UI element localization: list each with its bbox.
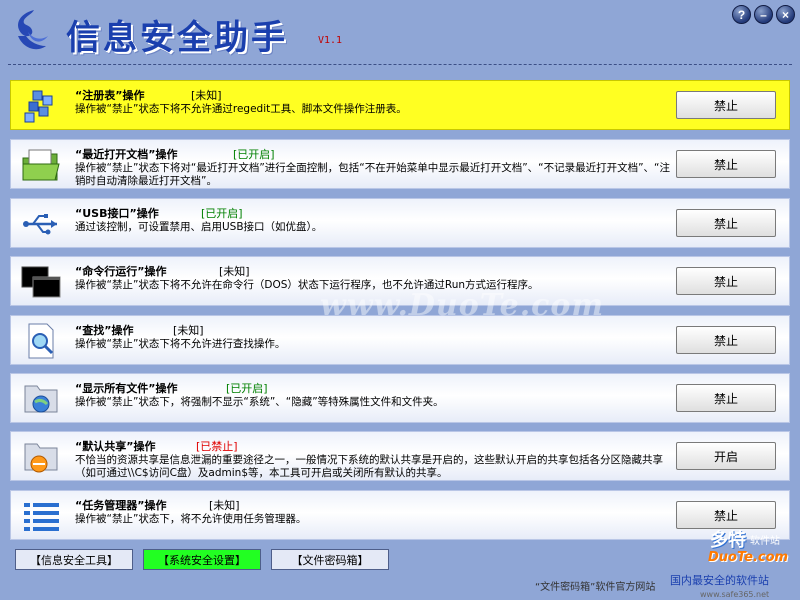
row-search: “查找”操作 [未知] 操作被“禁止”状态下将不允许进行查找操作。 禁止 [10, 315, 790, 365]
close-button[interactable]: × [776, 5, 795, 24]
footer-link[interactable]: “文件密码箱”软件官方网站 [535, 578, 655, 593]
row-title: “查找”操作 [75, 324, 134, 337]
row-description: 不恰当的资源共享是信息泄漏的重要途径之一，一般情况下系统的默认共享是开启的，这些… [75, 454, 663, 479]
row-recent-docs: “最近打开文档”操作 [已开启] 操作被“禁止”状态下将对“最近打开文档”进行全… [10, 139, 790, 189]
row-command-line: “命令行运行”操作 [未知] 操作被“禁止”状态下将不允许在命令行（DOS）状态… [10, 256, 790, 306]
row-description: 操作被“禁止”状态下将不允许通过regedit工具、脚本文件操作注册表。 [75, 103, 407, 115]
row-task-manager: “任务管理器”操作 [未知] 操作被“禁止”状态下，将不允许使用任务管理器。 禁… [10, 490, 790, 540]
usb-toggle-button[interactable]: 禁止 [676, 209, 776, 237]
watermark-slogan: 国内最安全的软件站 [670, 574, 769, 587]
show-files-toggle-button[interactable]: 禁止 [676, 384, 776, 412]
registry-toggle-button[interactable]: 禁止 [676, 91, 776, 119]
status-badge: [已禁止] [196, 440, 238, 453]
row-show-files: “显示所有文件”操作 [已开启] 操作被“禁止”状态下，将强制不显示“系统”、“… [10, 373, 790, 423]
status-badge: [已开启] [226, 382, 268, 395]
row-title: “任务管理器”操作 [75, 499, 167, 512]
nav-info-tools-button[interactable]: 【信息安全工具】 [15, 549, 133, 570]
status-badge: [未知] [219, 265, 250, 278]
app-title: 信息安全助手 [66, 18, 288, 58]
header-divider [8, 64, 792, 65]
recent-docs-toggle-button[interactable]: 禁止 [676, 150, 776, 178]
row-title: “注册表”操作 [75, 89, 145, 102]
row-default-share: “默认共享”操作 [已禁止] 不恰当的资源共享是信息泄漏的重要途径之一，一般情况… [10, 431, 790, 481]
row-title: “最近打开文档”操作 [75, 148, 178, 161]
help-button[interactable]: ? [732, 5, 751, 24]
task-manager-toggle-button[interactable]: 禁止 [676, 501, 776, 529]
status-badge: [已开启] [201, 207, 243, 220]
row-title: “USB接口”操作 [75, 207, 159, 220]
registry-icon [24, 90, 53, 123]
row-registry: “注册表”操作 [未知] 操作被“禁止”状态下将不允许通过regedit工具、脚… [10, 80, 790, 130]
show-files-icon [24, 385, 58, 413]
status-badge: [未知] [191, 89, 222, 102]
row-title: “显示所有文件”操作 [75, 382, 178, 395]
default-share-icon [24, 443, 58, 473]
task-manager-icon [24, 503, 59, 531]
header: 信息安全助手 V1.1 ? – × [0, 0, 800, 66]
row-description: 操作被“禁止”状态下将对“最近打开文档”进行全面控制，包括“不在开始菜单中显示最… [75, 162, 670, 187]
row-description: 操作被“禁止”状态下将不允许在命令行（DOS）状态下运行程序，也不允许通过Run… [75, 279, 539, 291]
usb-icon [23, 214, 57, 235]
status-badge: [未知] [209, 499, 240, 512]
command-line-toggle-button[interactable]: 禁止 [676, 267, 776, 295]
row-description: 通过该控制，可设置禁用、启用USB接口（如优盘）。 [75, 221, 323, 233]
search-icon [28, 323, 54, 359]
watermark-domain: DuoTe.com [708, 550, 789, 565]
default-share-toggle-button[interactable]: 开启 [676, 442, 776, 470]
status-badge: [已开启] [233, 148, 275, 161]
status-badge: [未知] [173, 324, 204, 337]
minimize-button[interactable]: – [754, 5, 773, 24]
nav-system-settings-button[interactable]: 【系统安全设置】 [143, 549, 261, 570]
command-line-icon [21, 266, 61, 298]
logo-icon [18, 10, 48, 50]
row-description: 操作被“禁止”状态下，将强制不显示“系统”、“隐藏”等特殊属性文件和文件夹。 [75, 396, 444, 408]
row-usb: “USB接口”操作 [已开启] 通过该控制，可设置禁用、启用USB接口（如优盘）… [10, 198, 790, 248]
recent-docs-icon [22, 149, 60, 181]
row-description: 操作被“禁止”状态下，将不允许使用任务管理器。 [75, 513, 307, 525]
search-toggle-button[interactable]: 禁止 [676, 326, 776, 354]
row-description: 操作被“禁止”状态下将不允许进行查找操作。 [75, 338, 286, 350]
row-title: “命令行运行”操作 [75, 265, 167, 278]
nav-password-box-button[interactable]: 【文件密码箱】 [271, 549, 389, 570]
app-version: V1.1 [318, 35, 343, 46]
row-title: “默认共享”操作 [75, 440, 156, 453]
footer-url[interactable]: www.safe365.net [700, 590, 769, 599]
